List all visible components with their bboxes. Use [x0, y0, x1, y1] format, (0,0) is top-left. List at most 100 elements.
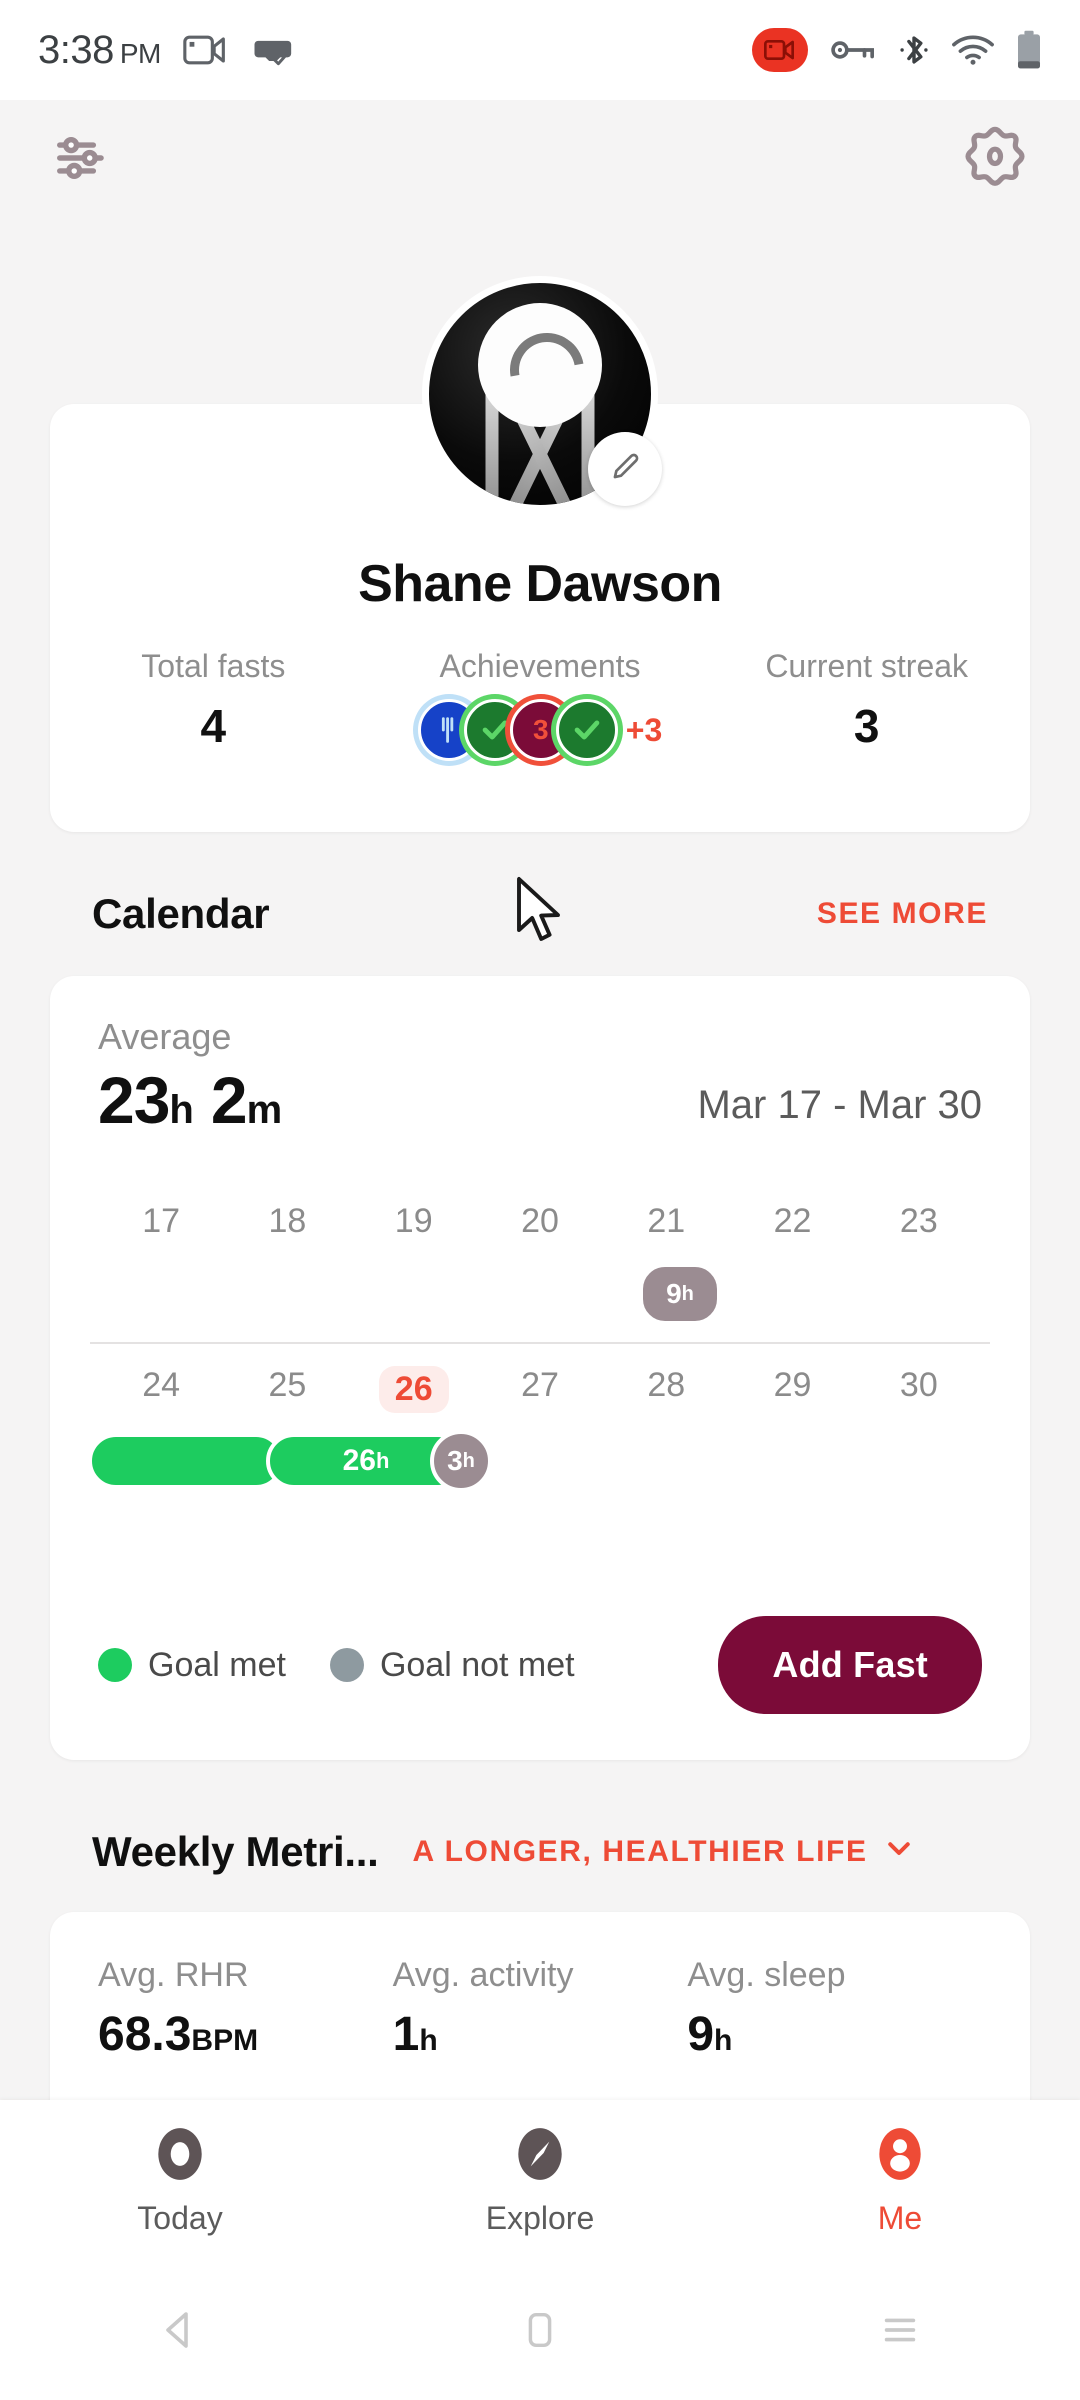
- nav-item-today[interactable]: Today: [0, 2123, 360, 2237]
- stat-achievements[interactable]: Achievements 3 +3: [377, 648, 704, 761]
- avatar[interactable]: [422, 276, 662, 512]
- compass-icon: [509, 2123, 571, 2190]
- calendar-day[interactable]: 24: [98, 1366, 224, 1413]
- calendar-week-row: 24 25 26 27 28 29 30 26 h 3h: [88, 1366, 982, 1506]
- android-navigation-bar: [0, 2260, 1080, 2400]
- nav-label: Me: [877, 2200, 923, 2236]
- calendar-grid: 17 18 19 20 21 22 23 9h 24 25 26 27 28 2…: [88, 1202, 990, 1506]
- calendar-day-today[interactable]: 26: [351, 1366, 477, 1413]
- person-icon: [869, 2123, 931, 2190]
- fast-entry-chip[interactable]: 3h: [430, 1430, 492, 1492]
- date-range: Mar 17 - Mar 30: [697, 1083, 982, 1127]
- calendar-see-more-link[interactable]: SEE MORE: [817, 897, 988, 931]
- calendar-legend-row: Goal met Goal not met Add Fast: [98, 1616, 982, 1714]
- calendar-title: Calendar: [92, 890, 270, 937]
- calendar-day[interactable]: 21: [603, 1202, 729, 1241]
- app-header: [0, 100, 1080, 220]
- nav-item-explore[interactable]: Explore: [360, 2123, 720, 2237]
- average-row: 23h 2m Mar 17 - Mar 30: [98, 1062, 982, 1138]
- status-bar-left: 3:38 PM: [38, 28, 293, 73]
- ring-icon: [149, 2123, 211, 2190]
- average-minutes-unit: m: [246, 1088, 283, 1132]
- gear-icon[interactable]: [962, 125, 1028, 196]
- recents-menu-icon[interactable]: [720, 2307, 1080, 2353]
- fast-entry-unit: h: [462, 1449, 475, 1472]
- calendar-day[interactable]: 28: [603, 1366, 729, 1413]
- profile-card: Shane Dawson Total fasts 4 Achievements …: [50, 276, 1030, 832]
- stat-value: 4: [200, 700, 227, 752]
- pencil-icon: [608, 450, 642, 489]
- calendar-day[interactable]: 25: [224, 1366, 350, 1413]
- metric-label: Avg. activity: [392, 1956, 574, 1994]
- achievement-badges[interactable]: 3 +3: [377, 699, 704, 761]
- stat-label: Achievements: [439, 648, 641, 684]
- weekly-metrics-link[interactable]: A LONGER, HEALTHIER LIFE: [413, 1833, 914, 1871]
- fast-entry-value: 3: [447, 1445, 463, 1476]
- legend-goal-met: Goal met: [98, 1646, 286, 1685]
- weekly-metrics-link-label: A LONGER, HEALTHIER LIFE: [412, 1835, 868, 1868]
- average-hours-unit: h: [169, 1088, 193, 1132]
- achievements-more-count[interactable]: +3: [626, 712, 662, 749]
- calendar-day[interactable]: 18: [224, 1202, 350, 1241]
- metric-unit: h: [714, 2024, 733, 2057]
- stat-label: Current streak: [765, 648, 969, 684]
- nav-item-me[interactable]: Me: [720, 2123, 1080, 2237]
- calendar-day[interactable]: 22: [729, 1202, 855, 1241]
- metric-number: 68.3: [98, 2008, 192, 2061]
- calendar-day[interactable]: 19: [351, 1202, 477, 1241]
- metric-avg-rhr: Avg. RHR 68.3BPM: [98, 1956, 393, 2062]
- calendar-day-today-label: 26: [378, 1366, 449, 1413]
- back-triangle-icon[interactable]: [0, 2306, 360, 2354]
- calendar-day[interactable]: 27: [477, 1366, 603, 1413]
- calendar-day-labels: 17 18 19 20 21 22 23: [98, 1202, 982, 1241]
- achievement-badge[interactable]: [555, 699, 618, 761]
- calendar-day[interactable]: 29: [729, 1366, 855, 1413]
- avatar-edit-button[interactable]: [588, 432, 662, 506]
- calendar-week-bars: 26 h 3h: [88, 1430, 982, 1505]
- legend-label: Goal not met: [379, 1645, 575, 1684]
- profile-stats: Total fasts 4 Achievements 3 +3 Current …: [50, 648, 1030, 761]
- avatar-overlay-disc: [478, 303, 602, 427]
- legend-dot-green-icon: [98, 1648, 132, 1682]
- calendar-week-row: 17 18 19 20 21 22 23 9h: [98, 1202, 982, 1342]
- calendar-day[interactable]: 23: [856, 1202, 982, 1241]
- weekly-metrics-title: Weekly Metri...: [92, 1828, 379, 1875]
- status-clock: 3:38 PM: [38, 28, 161, 73]
- screen-record-icon: [752, 28, 808, 72]
- metric-avg-sleep: Avg. sleep 9h: [687, 1956, 982, 2062]
- metric-number: 9: [687, 2008, 715, 2061]
- stat-total-fasts: Total fasts 4: [50, 648, 377, 761]
- fast-entry-bar[interactable]: [88, 1433, 284, 1489]
- calendar-day-labels: 24 25 26 27 28 29 30: [98, 1366, 982, 1413]
- metric-avg-activity: Avg. activity 1h: [393, 1956, 688, 2062]
- calendar-day[interactable]: 20: [477, 1202, 603, 1241]
- wifi-icon: [952, 34, 994, 66]
- nav-label: Today: [137, 2200, 223, 2236]
- metric-value: 9h: [687, 2007, 982, 2062]
- battery-icon: [1016, 30, 1042, 70]
- mouse-cursor: [516, 876, 570, 953]
- metric-value: 1h: [393, 2007, 688, 2062]
- metric-label: Avg. sleep: [687, 1956, 846, 1994]
- vr-headset-check-icon: [249, 33, 293, 67]
- stat-current-streak: Current streak 3: [703, 648, 1030, 761]
- sliders-icon[interactable]: [52, 127, 114, 194]
- metric-label: Avg. RHR: [98, 1956, 249, 1994]
- fast-entry-unit: h: [375, 1448, 390, 1473]
- home-square-icon[interactable]: [360, 2307, 720, 2353]
- chevron-down-icon[interactable]: [884, 1833, 914, 1871]
- status-bar-right: [752, 28, 1042, 72]
- calendar-card: Average 23h 2m Mar 17 - Mar 30 17 18 19 2…: [50, 976, 1030, 1760]
- bluetooth-icon: [898, 33, 930, 67]
- calendar-day[interactable]: 17: [98, 1202, 224, 1241]
- vpn-key-icon: [830, 35, 876, 65]
- calendar-day[interactable]: 30: [856, 1366, 982, 1413]
- fast-entry-chip[interactable]: 9h: [639, 1263, 721, 1325]
- legend-label: Goal met: [148, 1645, 286, 1684]
- metric-value: 68.3BPM: [98, 2007, 393, 2062]
- weekly-metrics-row: Avg. RHR 68.3BPM Avg. activity 1h Avg. s…: [98, 1956, 982, 2062]
- metric-unit: BPM: [191, 2024, 259, 2057]
- status-bar: 3:38 PM: [0, 0, 1080, 100]
- add-fast-button[interactable]: Add Fast: [718, 1616, 982, 1714]
- average-hours: 23: [98, 1063, 170, 1137]
